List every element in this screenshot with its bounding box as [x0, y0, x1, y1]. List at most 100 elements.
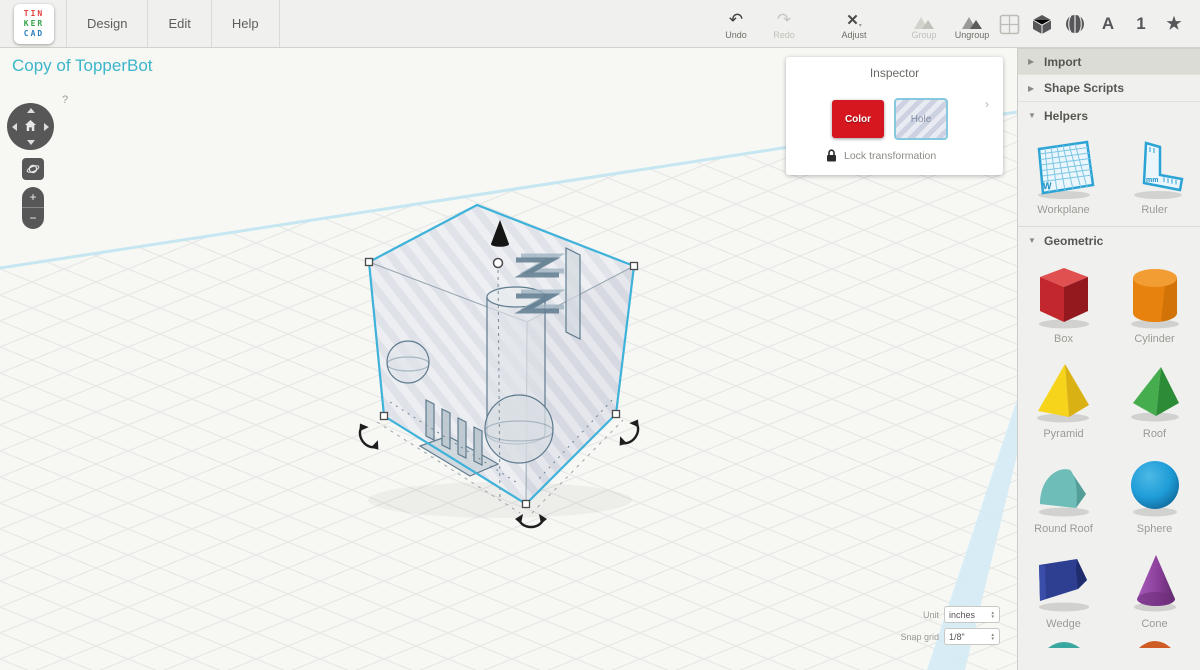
- rotate-view-button[interactable]: [22, 158, 44, 180]
- letters-tab-icon[interactable]: A: [1096, 12, 1120, 36]
- geometric-tab-icon[interactable]: [1030, 12, 1054, 36]
- design-title[interactable]: Copy of TopperBot: [12, 56, 153, 76]
- corner-handle[interactable]: [523, 501, 530, 508]
- edit-toolbar: ↶ Undo ↷ Redo ✕ ▾ Adjust Group: [712, 5, 996, 40]
- next-row-partial: [1018, 640, 1200, 648]
- workplane-w-label: W: [1043, 181, 1052, 191]
- adjust-button[interactable]: ✕ ▾ Adjust: [830, 5, 878, 40]
- lock-transformation-label: Lock transformation: [844, 150, 936, 162]
- corner-handle[interactable]: [631, 263, 638, 270]
- geometric-grid: Box Cylinder Pyramid: [1018, 254, 1200, 640]
- workplane-settings: Unit inches ▲▼ Snap grid 1/8" ▲▼: [888, 606, 1000, 650]
- help-icon[interactable]: ?: [62, 94, 68, 106]
- helper-ruler[interactable]: mm Ruler: [1109, 133, 1200, 224]
- inspector-title: Inspector: [786, 57, 1003, 80]
- snap-grid-value: 1/8": [949, 632, 965, 642]
- helpers-grid: W Workplane mm Ruler: [1018, 129, 1200, 226]
- shape-partial-icon[interactable]: [1044, 640, 1084, 648]
- home-view-icon[interactable]: [24, 119, 37, 132]
- sphere-icon: [1123, 454, 1187, 520]
- corner-handle[interactable]: [613, 411, 620, 418]
- adjust-caret-icon: ▾: [859, 22, 862, 29]
- orbit-right-icon[interactable]: [44, 123, 49, 131]
- color-swatch-button[interactable]: Color: [832, 100, 884, 138]
- box-icon: [1032, 264, 1096, 330]
- ruler-mm-label: mm: [1146, 177, 1158, 184]
- numbers-tab-icon[interactable]: 1: [1129, 12, 1153, 36]
- ungroup-icon: [960, 14, 984, 29]
- shape-box[interactable]: Box: [1018, 258, 1109, 353]
- menu-help[interactable]: Help: [212, 0, 280, 47]
- inspector-panel: Inspector Color Hole › Lock transformati…: [786, 57, 1003, 175]
- chevron-down-icon: ▼: [1028, 236, 1044, 245]
- symbols-tab-icon[interactable]: ★: [1162, 12, 1186, 36]
- chevron-right-icon: ▶: [1028, 57, 1044, 66]
- zoom-in-button[interactable]: +: [22, 187, 44, 207]
- logo-line: TIN: [14, 9, 54, 19]
- helper-workplane[interactable]: W Workplane: [1018, 133, 1109, 224]
- workplane-tab-icon[interactable]: [997, 12, 1021, 36]
- unit-value: inches: [949, 610, 975, 620]
- menu-design[interactable]: Design: [66, 0, 148, 47]
- shape-sidebar: ▶ Import ▶ Shape Scripts ▼ Helpers W Wor…: [1017, 48, 1200, 670]
- unit-label: Unit: [923, 610, 939, 620]
- lock-icon: [826, 149, 837, 162]
- section-shape-scripts[interactable]: ▶ Shape Scripts: [1018, 75, 1200, 102]
- pyramid-icon: [1032, 359, 1096, 425]
- corner-handle[interactable]: [366, 259, 373, 266]
- redo-button[interactable]: ↷ Redo: [760, 5, 808, 40]
- patterns-tab-icon[interactable]: [1063, 12, 1087, 36]
- section-helpers[interactable]: ▼ Helpers: [1018, 102, 1200, 129]
- stepper-icon: ▲▼: [991, 633, 995, 641]
- shape-round-roof[interactable]: Round Roof: [1018, 448, 1109, 543]
- shape-wedge[interactable]: Wedge: [1018, 543, 1109, 638]
- orbit-left-icon[interactable]: [12, 123, 17, 131]
- snap-grid-select[interactable]: 1/8" ▲▼: [944, 628, 1000, 645]
- tinkercad-logo[interactable]: TIN KER CAD: [14, 4, 54, 44]
- corner-handle[interactable]: [381, 413, 388, 420]
- undo-button[interactable]: ↶ Undo: [712, 5, 760, 40]
- workplane-helper-icon: W: [1031, 139, 1097, 201]
- menu-bar: Design Edit Help: [66, 0, 280, 47]
- wedge-icon: [1032, 549, 1096, 615]
- ruler-helper-icon: mm: [1122, 139, 1188, 201]
- orbit-up-icon[interactable]: [27, 108, 35, 113]
- top-scale-handle[interactable]: [494, 259, 503, 268]
- group-button[interactable]: Group: [900, 5, 948, 40]
- section-import[interactable]: ▶ Import: [1018, 48, 1200, 75]
- section-geometric[interactable]: ▼ Geometric: [1018, 227, 1200, 254]
- hole-swatch-button[interactable]: Hole: [894, 98, 948, 140]
- inspector-expand-icon[interactable]: ›: [985, 97, 989, 111]
- redo-icon: ↷: [777, 11, 791, 29]
- shape-sphere[interactable]: Sphere: [1109, 448, 1200, 543]
- menu-edit[interactable]: Edit: [148, 0, 211, 47]
- unit-select[interactable]: inches ▲▼: [944, 606, 1000, 623]
- shape-roof[interactable]: Roof: [1109, 353, 1200, 448]
- orbit-down-icon[interactable]: [27, 140, 35, 145]
- undo-icon: ↶: [729, 11, 743, 29]
- shape-cylinder[interactable]: Cylinder: [1109, 258, 1200, 353]
- chevron-right-icon: ▶: [1028, 84, 1044, 93]
- color-swatch-label: Color: [845, 114, 871, 125]
- cylinder-icon: [1123, 264, 1187, 330]
- group-icon: [912, 14, 936, 29]
- round-roof-icon: [1032, 454, 1096, 520]
- adjust-icon: ✕: [846, 12, 859, 29]
- lock-transformation-toggle[interactable]: Lock transformation: [826, 149, 936, 162]
- shape-cone[interactable]: Cone: [1109, 543, 1200, 638]
- ungroup-button[interactable]: Ungroup: [948, 5, 996, 40]
- snap-grid-label: Snap grid: [900, 632, 939, 642]
- zoom-control[interactable]: + −: [22, 187, 44, 229]
- roof-icon: [1123, 359, 1187, 425]
- shape-partial-icon[interactable]: [1135, 640, 1175, 648]
- zoom-out-button[interactable]: −: [22, 207, 44, 227]
- chevron-down-icon: ▼: [1028, 111, 1044, 120]
- stepper-icon: ▲▼: [991, 611, 995, 619]
- shape-pyramid[interactable]: Pyramid: [1018, 353, 1109, 448]
- view-orbit-pad[interactable]: [7, 103, 54, 150]
- app-header: TIN KER CAD Design Edit Help ↶ Undo ↷ Re…: [0, 0, 1200, 48]
- rotate-view-icon: [26, 162, 40, 176]
- logo-line: KER: [14, 19, 54, 29]
- hole-swatch-label: Hole: [911, 114, 932, 125]
- cone-icon: [1123, 549, 1187, 615]
